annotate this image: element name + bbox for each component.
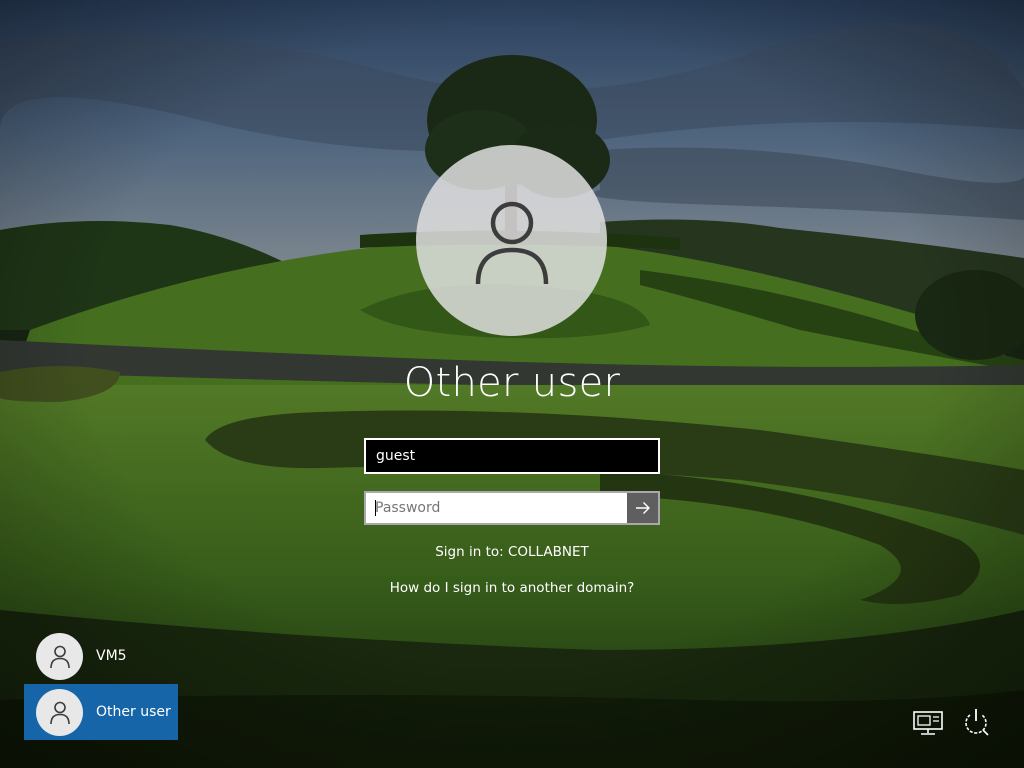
user-avatar-large [416,145,607,336]
submit-button[interactable] [627,493,658,523]
password-field[interactable] [366,493,628,523]
user-icon [475,201,548,284]
user-icon [49,701,70,725]
user-icon [49,645,70,669]
arrow-right-icon [635,502,650,514]
sign-in-domain-text: Sign in to: COLLABNET [435,544,589,560]
user-avatar-small [36,632,83,680]
user-tile-vm5[interactable]: VM5 [24,628,178,684]
username-field[interactable] [364,438,660,474]
user-tile-label: Other user [96,704,171,720]
power-icon[interactable] [958,707,992,737]
password-box [364,491,660,525]
domain-help-link[interactable]: How do I sign in to another domain? [312,579,712,597]
lock-screen: Other user Sign in to: COLLABNET How do … [0,0,1024,768]
user-tile-label: VM5 [96,648,127,664]
user-tile-other-user[interactable]: Other user [24,684,178,740]
text-caret [375,500,376,516]
user-avatar-small [36,688,83,736]
network-icon[interactable] [911,707,945,737]
user-title: Other user [403,360,621,406]
